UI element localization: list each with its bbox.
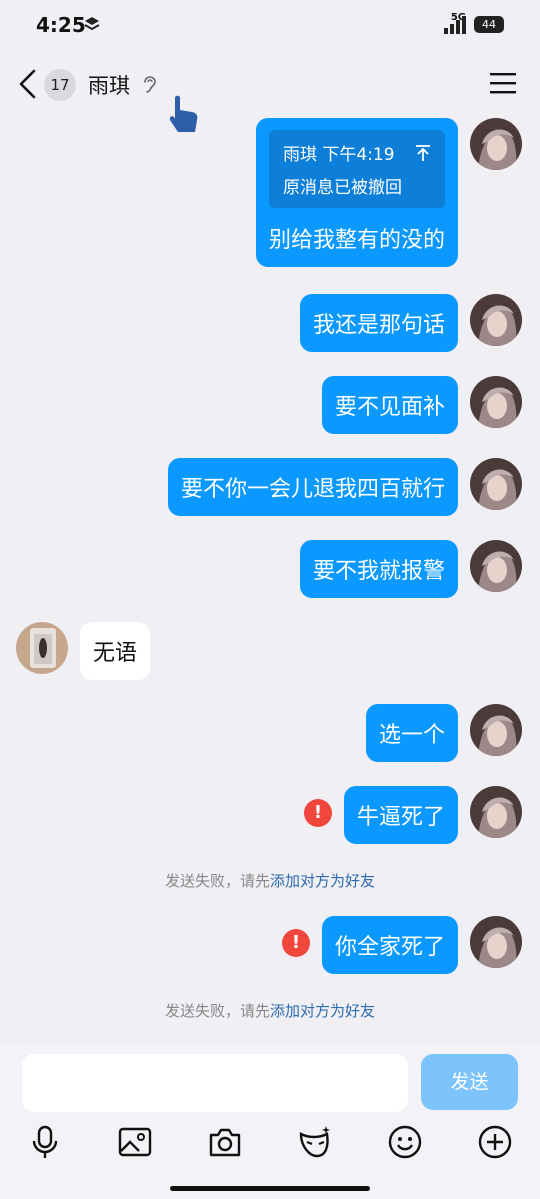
signal-icon: [444, 16, 466, 34]
plus-icon[interactable]: [477, 1124, 513, 1160]
message-row: 要不你一会儿退我四百就行: [167, 458, 522, 516]
menu-icon[interactable]: [490, 72, 516, 94]
contact-avatar[interactable]: [16, 622, 68, 674]
message-row: 雨琪 下午4:19 原消息已被撤回 别给我整有的没的: [255, 118, 522, 267]
my-avatar[interactable]: [470, 540, 522, 592]
battery-icon: 44: [474, 16, 504, 33]
my-avatar[interactable]: [470, 786, 522, 838]
ear-icon[interactable]: [141, 74, 159, 94]
notice-text: 发送失败，请先: [164, 1002, 270, 1020]
unread-count-badge[interactable]: 17: [44, 69, 76, 101]
send-button[interactable]: 发送: [421, 1054, 518, 1110]
my-avatar[interactable]: [470, 458, 522, 510]
status-time: 4:25: [36, 13, 86, 37]
message-row: 选一个: [365, 704, 522, 762]
message-text: 你全家死了: [334, 935, 445, 960]
input-bar: 发送: [0, 1046, 540, 1199]
message-bubble-outgoing[interactable]: 要不你一会儿退我四百就行: [167, 458, 458, 516]
message-text: 选一个: [378, 723, 445, 748]
send-failed-icon[interactable]: !: [303, 799, 332, 827]
send-failed-icon[interactable]: !: [281, 929, 310, 957]
add-friend-link[interactable]: 添加对方为好友: [270, 872, 375, 890]
jump-to-original-icon[interactable]: [415, 144, 431, 162]
emoji-icon[interactable]: [387, 1124, 423, 1160]
microphone-icon[interactable]: [27, 1124, 63, 1160]
message-row: 我还是那句话: [299, 294, 522, 352]
message-row: 要不我就报警: [299, 540, 522, 598]
message-bubble-outgoing[interactable]: 我还是那句话: [299, 294, 458, 352]
message-text: 牛逼死了: [356, 805, 445, 830]
message-bubble-outgoing[interactable]: 要不我就报警: [299, 540, 458, 598]
message-text: 要不你一会儿退我四百就行: [180, 477, 445, 502]
send-failed-notice: 发送失败，请先添加对方为好友: [0, 870, 540, 891]
status-bar: 4:25 5G 44: [0, 0, 540, 52]
message-row: ! 你全家死了: [281, 916, 522, 974]
send-failed-notice: 发送失败，请先添加对方为好友: [0, 1000, 540, 1021]
chat-title[interactable]: 雨琪: [88, 70, 130, 100]
my-avatar[interactable]: [470, 294, 522, 346]
message-row: ! 牛逼死了: [303, 786, 522, 844]
message-bubble-outgoing[interactable]: 牛逼死了: [343, 786, 458, 844]
sticker-icon[interactable]: [297, 1124, 333, 1160]
quote-text: 原消息已被撤回: [282, 178, 402, 198]
message-input[interactable]: [22, 1054, 408, 1112]
image-icon[interactable]: [117, 1124, 153, 1160]
back-icon[interactable]: [16, 68, 40, 100]
message-text: 别给我整有的没的: [268, 228, 445, 253]
message-text: 我还是那句话: [312, 313, 445, 338]
my-avatar[interactable]: [470, 376, 522, 428]
home-indicator: [170, 1186, 370, 1191]
message-bubble-outgoing[interactable]: 要不见面补: [321, 376, 458, 434]
touch-pointer-icon: [169, 95, 198, 132]
layers-icon: [84, 17, 100, 31]
message-bubble-outgoing[interactable]: 选一个: [365, 704, 458, 762]
chat-header: 17 雨琪: [0, 56, 540, 112]
camera-icon[interactable]: [207, 1124, 243, 1160]
message-text: 无语: [93, 641, 138, 666]
toolbar: [0, 1124, 540, 1164]
quoted-message[interactable]: 雨琪 下午4:19 原消息已被撤回: [268, 130, 445, 208]
add-friend-link[interactable]: 添加对方为好友: [270, 1002, 375, 1020]
message-row: 要不见面补: [321, 376, 522, 434]
message-text: 要不见面补: [334, 395, 445, 420]
message-bubble-outgoing[interactable]: 你全家死了: [321, 916, 458, 974]
message-row: 无语: [16, 622, 151, 680]
message-bubble-incoming[interactable]: 无语: [80, 622, 151, 680]
my-avatar[interactable]: [470, 916, 522, 968]
message-text: 要不我就报警: [312, 559, 445, 584]
notice-text: 发送失败，请先: [164, 872, 270, 890]
message-bubble-outgoing[interactable]: 雨琪 下午4:19 原消息已被撤回 别给我整有的没的: [255, 118, 458, 267]
my-avatar[interactable]: [470, 118, 522, 170]
my-avatar[interactable]: [470, 704, 522, 756]
quote-sender-time: 雨琪 下午4:19: [282, 145, 395, 165]
